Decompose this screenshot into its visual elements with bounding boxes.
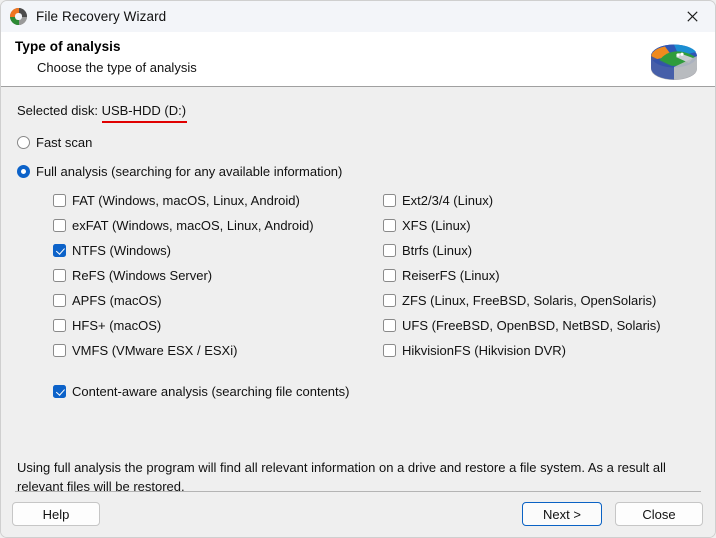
wizard-header: Type of analysis Choose the type of anal…: [1, 32, 715, 87]
checkbox-icon-apfs[interactable]: [53, 293, 66, 307]
checkbox-icon-exfat[interactable]: [53, 218, 66, 232]
checkbox-reiserfs[interactable]: ReiserFS (Linux): [383, 267, 699, 283]
checkbox-label-ext234: Ext2/3/4 (Linux): [402, 192, 494, 208]
selected-disk-row: Selected disk: USB-HDD (D:): [17, 103, 187, 123]
help-button[interactable]: Help: [12, 502, 100, 526]
window-close-button[interactable]: [670, 1, 715, 32]
checkbox-label-fat: FAT (Windows, macOS, Linux, Android): [72, 192, 300, 208]
title-bar: File Recovery Wizard: [1, 1, 715, 32]
checkbox-apfs[interactable]: APFS (macOS): [53, 292, 383, 308]
checkbox-icon-zfs[interactable]: [383, 293, 396, 307]
checkbox-icon-hikvisionfs[interactable]: [383, 343, 396, 357]
checkbox-label-exfat: exFAT (Windows, macOS, Linux, Android): [72, 217, 314, 233]
checkbox-ntfs[interactable]: NTFS (Windows): [53, 242, 383, 258]
checkbox-label-btrfs: Btrfs (Linux): [402, 242, 473, 258]
checkbox-icon-content-aware[interactable]: [53, 385, 66, 398]
checkbox-zfs[interactable]: ZFS (Linux, FreeBSD, Solaris, OpenSolari…: [383, 292, 699, 308]
analysis-description: Using full analysis the program will fin…: [17, 460, 666, 491]
checkbox-label-xfs: XFS (Linux): [402, 217, 471, 233]
selected-disk-label: Selected disk:: [17, 103, 98, 118]
checkbox-icon-fat[interactable]: [53, 193, 66, 207]
checkbox-hfsplus[interactable]: HFS+ (macOS): [53, 317, 383, 333]
checkbox-label-ufs: UFS (FreeBSD, OpenBSD, NetBSD, Solaris): [402, 317, 661, 333]
checkbox-icon-vmfs[interactable]: [53, 343, 66, 357]
checkbox-hikvisionfs[interactable]: HikvisionFS (Hikvision DVR): [383, 342, 699, 358]
radio-label-fast-scan: Fast scan: [36, 135, 93, 150]
checkbox-fat[interactable]: FAT (Windows, macOS, Linux, Android): [53, 192, 383, 208]
radio-icon-full-analysis[interactable]: [17, 165, 30, 178]
checkbox-refs[interactable]: ReFS (Windows Server): [53, 267, 383, 283]
checkbox-content-aware-analysis[interactable]: Content-aware analysis (searching file c…: [17, 384, 699, 399]
close-icon: [687, 11, 698, 22]
checkbox-icon-btrfs[interactable]: [383, 243, 396, 257]
app-logo-icon: [10, 8, 27, 25]
wizard-body: Selected disk: USB-HDD (D:) Fast scan Fu…: [1, 87, 715, 491]
checkbox-icon-refs[interactable]: [53, 268, 66, 282]
checkbox-icon-reiserfs[interactable]: [383, 268, 396, 282]
radio-fast-scan[interactable]: Fast scan: [17, 135, 699, 150]
checkbox-xfs[interactable]: XFS (Linux): [383, 217, 699, 233]
checkbox-label-apfs: APFS (macOS): [72, 292, 162, 308]
page-subtitle: Choose the type of analysis: [37, 60, 197, 75]
checkbox-icon-ufs[interactable]: [383, 318, 396, 332]
checkbox-label-hikvisionfs: HikvisionFS (Hikvision DVR): [402, 342, 566, 358]
page-title: Type of analysis: [15, 39, 121, 54]
checkbox-label-zfs: ZFS (Linux, FreeBSD, Solaris, OpenSolari…: [402, 292, 657, 308]
checkbox-ext234[interactable]: Ext2/3/4 (Linux): [383, 192, 699, 208]
radio-label-full-analysis: Full analysis (searching for any availab…: [36, 164, 343, 179]
window-title: File Recovery Wizard: [36, 9, 167, 24]
checkbox-label-hfsplus: HFS+ (macOS): [72, 317, 162, 333]
checkbox-exfat[interactable]: exFAT (Windows, macOS, Linux, Android): [53, 217, 383, 233]
footer-divider: [15, 491, 701, 492]
close-button[interactable]: Close: [615, 502, 703, 526]
checkbox-btrfs[interactable]: Btrfs (Linux): [383, 242, 699, 258]
radio-icon-fast-scan[interactable]: [17, 136, 30, 149]
checkbox-vmfs[interactable]: VMFS (VMware ESX / ESXi): [53, 342, 383, 358]
radio-full-analysis[interactable]: Full analysis (searching for any availab…: [17, 164, 699, 179]
checkbox-ufs[interactable]: UFS (FreeBSD, OpenBSD, NetBSD, Solaris): [383, 317, 699, 333]
checkbox-label-ntfs: NTFS (Windows): [72, 242, 171, 258]
checkbox-icon-ntfs[interactable]: [53, 243, 66, 257]
selected-disk-value: USB-HDD (D:): [101, 103, 187, 123]
next-button[interactable]: Next >: [522, 502, 602, 526]
checkbox-label-refs: ReFS (Windows Server): [72, 267, 213, 283]
checkbox-label-vmfs: VMFS (VMware ESX / ESXi): [72, 342, 238, 358]
wizard-footer: Help Next > Close: [1, 491, 715, 537]
checkbox-icon-xfs[interactable]: [383, 218, 396, 232]
checkbox-icon-ext234[interactable]: [383, 193, 396, 207]
checkbox-icon-hfsplus[interactable]: [53, 318, 66, 332]
disk-platter-icon: [651, 44, 697, 80]
checkbox-label-content-aware: Content-aware analysis (searching file c…: [72, 384, 350, 399]
file-recovery-wizard-window: File Recovery Wizard Type of analysis Ch…: [0, 0, 716, 538]
checkbox-label-reiserfs: ReiserFS (Linux): [402, 267, 500, 283]
filesystem-checkbox-grid: FAT (Windows, macOS, Linux, Android) Ext…: [17, 192, 699, 358]
